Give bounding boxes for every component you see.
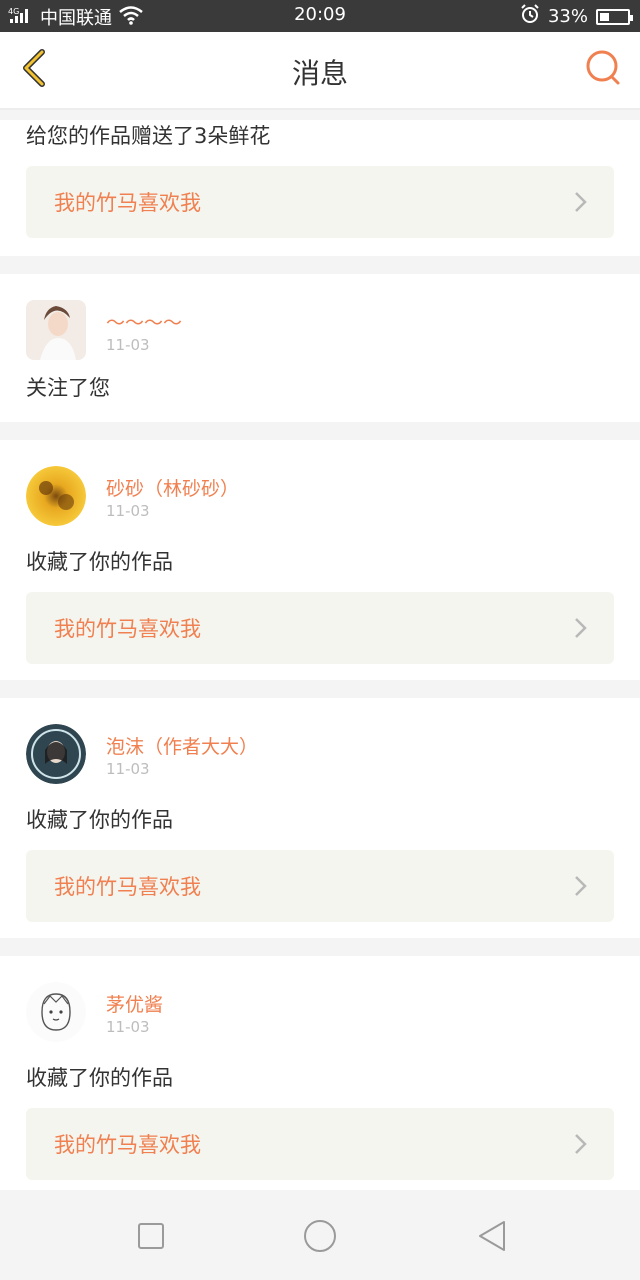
search-icon (586, 50, 620, 85)
notification-date: 11-03 (106, 336, 150, 354)
status-bar: 4G 中国联通 20:09 33% (0, 0, 640, 32)
chevron-right-icon (575, 618, 587, 638)
recent-apps-button[interactable] (131, 1216, 171, 1256)
work-link[interactable]: 我的竹马喜欢我 (26, 166, 614, 238)
notification-card: 给您的作品赠送了3朵鲜花 我的竹马喜欢我 (0, 120, 640, 256)
notification-card: ～～～～ 11-03 关注了您 (0, 274, 640, 422)
avatar[interactable] (26, 466, 86, 526)
avatar[interactable] (26, 724, 86, 784)
notification-message: 收藏了你的作品 (26, 808, 173, 832)
chevron-right-icon (575, 1134, 587, 1154)
work-title: 我的竹马喜欢我 (54, 1133, 201, 1157)
nav-bar: 消息 (0, 32, 640, 110)
chevron-right-icon (575, 192, 587, 212)
battery-level (600, 12, 609, 21)
work-title: 我的竹马喜欢我 (54, 875, 201, 899)
notification-card: 泡沫（作者大大） 11-03 收藏了你的作品 我的竹马喜欢我 (0, 698, 640, 938)
notification-date: 11-03 (106, 1018, 150, 1036)
avatar[interactable] (26, 300, 86, 360)
battery-icon (596, 8, 633, 25)
user-name[interactable]: 泡沫（作者大大） (106, 732, 258, 758)
notification-message: 收藏了你的作品 (26, 1066, 173, 1090)
user-row: 砂砂（林砂砂） 11-03 (26, 440, 614, 526)
notification-message: 收藏了你的作品 (26, 550, 173, 574)
user-meta: 泡沫（作者大大） 11-03 (106, 732, 258, 778)
notification-card: 茅优酱 11-03 收藏了你的作品 我的竹马喜欢我 (0, 956, 640, 1190)
back-system-button[interactable] (472, 1216, 512, 1256)
system-nav-bar (0, 1190, 640, 1280)
notification-message: 给您的作品赠送了3朵鲜花 (26, 124, 271, 148)
work-link[interactable]: 我的竹马喜欢我 (26, 592, 614, 664)
user-name[interactable]: 砂砂（林砂砂） (106, 474, 239, 500)
user-row: 茅优酱 11-03 (26, 956, 614, 1042)
user-row: 泡沫（作者大大） 11-03 (26, 698, 614, 784)
alarm-icon (520, 4, 540, 29)
chevron-right-icon (575, 876, 587, 896)
work-title: 我的竹马喜欢我 (54, 191, 201, 215)
work-link[interactable]: 我的竹马喜欢我 (26, 850, 614, 922)
battery-percent: 33% (547, 6, 588, 27)
avatar[interactable] (26, 982, 86, 1042)
user-row: ～～～～ 11-03 (26, 274, 614, 360)
home-button[interactable] (300, 1216, 340, 1256)
message-feed: 给您的作品赠送了3朵鲜花 我的竹马喜欢我 ～～～～ 11-03 关注了您 砂砂（… (0, 110, 640, 1190)
notification-card: 砂砂（林砂砂） 11-03 收藏了你的作品 我的竹马喜欢我 (0, 440, 640, 680)
notification-message: 关注了您 (26, 376, 110, 400)
work-link[interactable]: 我的竹马喜欢我 (26, 1108, 614, 1180)
user-name[interactable]: ～～～～ (106, 308, 182, 334)
status-right: 33% (520, 4, 633, 29)
notification-date: 11-03 (106, 760, 150, 778)
user-meta: 茅优酱 11-03 (106, 990, 163, 1036)
user-meta: 砂砂（林砂砂） 11-03 (106, 474, 239, 520)
work-title: 我的竹马喜欢我 (54, 617, 201, 641)
user-meta: ～～～～ 11-03 (106, 308, 182, 354)
page-title: 消息 (291, 57, 348, 90)
search-button[interactable] (582, 46, 626, 90)
notification-date: 11-03 (106, 502, 150, 520)
user-name[interactable]: 茅优酱 (106, 990, 163, 1016)
